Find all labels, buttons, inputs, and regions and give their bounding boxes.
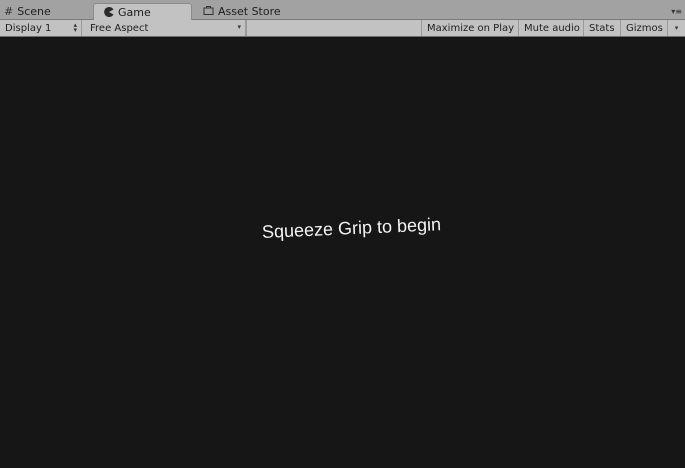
- chevron-down-icon: ▾: [674, 24, 679, 32]
- stats-label: Stats: [589, 22, 615, 34]
- game-viewport[interactable]: Squeeze Grip to begin: [0, 37, 685, 468]
- updown-arrow-icon: ▴ ▾: [73, 21, 77, 34]
- maximize-on-play-toggle[interactable]: Maximize on Play: [422, 20, 519, 36]
- tab-game[interactable]: Game: [93, 3, 192, 21]
- tab-asset-store[interactable]: Asset Store: [203, 2, 281, 20]
- window-tab-bar: # Scene Game Asset Store ▾≡: [0, 0, 685, 21]
- tab-menu-icon[interactable]: ▾≡: [671, 8, 682, 16]
- display-dropdown-label: Display 1: [5, 22, 52, 34]
- toolbar-spacer: [246, 20, 422, 36]
- mute-audio-label: Mute audio: [524, 22, 580, 34]
- shopping-bag-icon: [203, 5, 214, 17]
- stats-toggle[interactable]: Stats: [584, 20, 621, 36]
- maximize-on-play-label: Maximize on Play: [427, 22, 515, 34]
- gizmos-dropdown[interactable]: ▾: [668, 20, 685, 36]
- mute-audio-toggle[interactable]: Mute audio: [519, 20, 584, 36]
- display-dropdown[interactable]: Display 1 ▴ ▾: [0, 20, 82, 36]
- grid-icon: #: [4, 4, 14, 18]
- tab-game-label: Game: [118, 6, 151, 19]
- aspect-dropdown[interactable]: Free Aspect ▾: [85, 20, 246, 36]
- aspect-dropdown-label: Free Aspect: [90, 22, 149, 34]
- game-toolbar: Display 1 ▴ ▾ Free Aspect ▾ Maximize on P…: [0, 20, 685, 37]
- chevron-down-icon: ▾: [237, 23, 241, 31]
- tab-asset-store-label: Asset Store: [218, 4, 281, 18]
- tab-scene-label: Scene: [17, 4, 51, 18]
- gizmos-label: Gizmos: [626, 22, 663, 34]
- gizmos-toggle[interactable]: Gizmos: [621, 20, 668, 36]
- tab-scene[interactable]: # Scene: [4, 2, 51, 20]
- game-message: Squeeze Grip to begin: [261, 214, 442, 242]
- pacman-icon: [104, 6, 114, 19]
